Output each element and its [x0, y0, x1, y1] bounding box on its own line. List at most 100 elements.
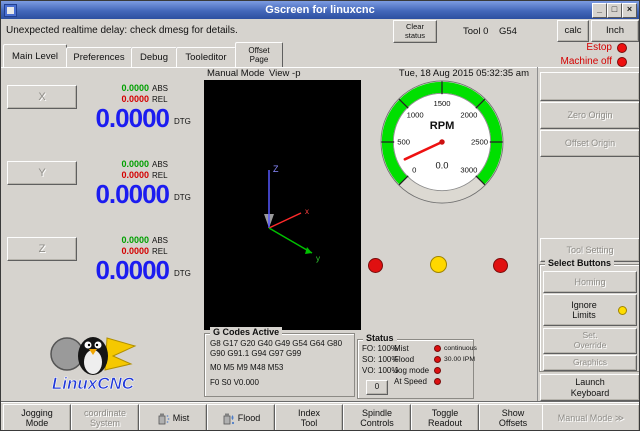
select-buttons-title: Select Buttons: [545, 258, 614, 268]
spindle-forward-led: [493, 258, 508, 273]
titlebar[interactable]: Gscreen for linuxcnc _ □ ×: [1, 1, 639, 19]
minimize-button[interactable]: _: [592, 3, 607, 18]
velocity-override-label: VO: 100%: [362, 366, 398, 375]
jog-mode-led: [434, 367, 441, 374]
gauge-tick-1500: 1500: [433, 99, 450, 108]
clear-status-button[interactable]: Clear status: [393, 20, 437, 43]
status-row: Unexpected realtime delay: check dmesg f…: [1, 19, 639, 43]
flood-led: [434, 356, 441, 363]
axis-z-abs-value: 0.0000: [89, 235, 149, 245]
viewer-view-label: View -p: [269, 68, 301, 79]
window-icon: [4, 4, 17, 17]
spindle-stop-led: [430, 256, 447, 273]
mist-status-label: Mist: [394, 344, 409, 353]
axis-x-abs-value: 0.0000: [89, 83, 149, 93]
gauge-tick-2000: 2000: [460, 110, 477, 119]
machine-axes-origin: Z x y: [204, 80, 361, 330]
axis-z-dtg-value: 0.0000: [41, 255, 169, 286]
spindle-override-label: SO: 100%: [362, 355, 398, 364]
axis-y-abs-label: ABS: [152, 160, 168, 169]
axis-x-dtg-value: 0.0000: [41, 103, 169, 134]
maximize-button[interactable]: □: [607, 3, 622, 18]
axis-z-abs-label: ABS: [152, 236, 168, 245]
axis-y-abs-value: 0.0000: [89, 159, 149, 169]
homing-button[interactable]: Homing: [543, 271, 637, 293]
jog-rate-value: 30.00 IPM: [444, 356, 475, 363]
jog-increment-button[interactable]: 0: [366, 380, 388, 395]
coord-system-label: G54: [499, 26, 517, 37]
index-tool-button[interactable]: Index Tool: [275, 404, 343, 431]
status-title: Status: [363, 333, 397, 343]
zero-origin-button[interactable]: Zero Origin: [540, 102, 640, 129]
tab-main-level[interactable]: Main Level: [3, 44, 67, 67]
page-top-separator: [1, 67, 639, 68]
spindle-controls-button[interactable]: Spindle Controls: [343, 404, 411, 431]
launch-keyboard-button[interactable]: Launch Keyboard: [540, 374, 640, 401]
tab-offset-page[interactable]: Offset Page: [235, 42, 283, 67]
tab-preferences[interactable]: Preferences: [66, 47, 132, 67]
axis-z-dtg-label: DTG: [174, 269, 191, 278]
axis-y-dtg-label: DTG: [174, 193, 191, 202]
gauge-tick-3000: 3000: [460, 165, 477, 174]
estop-led: [617, 43, 627, 53]
mode-switch-button[interactable]: Manual Mode ≫: [542, 404, 640, 431]
gcodes-frame: G Codes Active G8 G17 G20 G40 G49 G54 G6…: [204, 333, 355, 397]
gauge-tick-500: 500: [397, 138, 410, 147]
flood-status-label: Flood: [394, 355, 414, 364]
ignore-limits-button[interactable]: Ignore Limits: [543, 294, 637, 326]
close-button[interactable]: ×: [622, 3, 637, 18]
mist-button[interactable]: Mist: [139, 404, 207, 431]
flood-button[interactable]: Flood: [207, 404, 275, 431]
feed-override-label: FO: 100%: [362, 344, 398, 353]
gauge-tick-1000: 1000: [407, 110, 424, 119]
viewer-mode-label: Manual Mode: [207, 68, 265, 79]
toggle-readout-button[interactable]: Toggle Readout: [411, 404, 479, 431]
set-override-button[interactable]: Set. Override: [543, 328, 637, 354]
flood-coolant-icon: [222, 411, 235, 426]
linuxcnc-logo: LinuxCNC: [37, 330, 149, 394]
fsv-line: F0 S0 V0.000: [210, 378, 259, 387]
units-button[interactable]: Inch: [591, 20, 639, 42]
mist-led: [434, 345, 441, 352]
gscreen-window: Gscreen for linuxcnc _ □ × Unexpected re…: [0, 0, 640, 431]
axis-y-dtg-value: 0.0000: [41, 179, 169, 210]
jog-mode-value: continuous: [444, 345, 477, 352]
coordinate-system-button[interactable]: coordinate System: [71, 404, 139, 431]
graphics-button[interactable]: Graphics: [543, 355, 637, 371]
machine-off-led: [617, 57, 627, 67]
gcodes-line-2: G90 G91.1 G94 G97 G99: [210, 349, 301, 358]
logo-flash-icon: [105, 338, 135, 370]
gcodes-line-1: G8 G17 G20 G40 G49 G54 G64 G80: [210, 339, 342, 348]
window-title: Gscreen for linuxcnc: [265, 4, 374, 16]
gauge-tick-0: 0: [412, 165, 416, 174]
spindle-reverse-led: [368, 258, 383, 273]
z-axis-label: Z: [273, 164, 279, 174]
blank-button[interactable]: [540, 72, 640, 101]
y-axis-label: y: [316, 254, 320, 263]
x-axis-label: x: [305, 207, 309, 216]
toolbar-separator-light: [1, 402, 639, 403]
mcodes-line: M0 M5 M9 M48 M53: [210, 363, 283, 372]
status-message: Unexpected realtime delay: check dmesg f…: [6, 25, 238, 36]
status-frame: Status FO: 100% SO: 100% VO: 100% 0 Mist…: [357, 339, 474, 399]
tool-number-label: Tool 0: [463, 26, 488, 37]
gremlin-3d-view[interactable]: Z x y: [204, 80, 361, 330]
calc-button[interactable]: calc: [557, 20, 589, 42]
at-speed-led: [434, 378, 441, 385]
estop-status-label: Estop: [501, 42, 612, 53]
gauge-tick-2500: 2500: [471, 138, 488, 147]
tab-debug[interactable]: Debug: [131, 47, 177, 67]
right-panel-separator: [537, 67, 538, 403]
gauge-value: 0.0: [435, 160, 448, 170]
tab-tooleditor[interactable]: Tooleditor: [176, 47, 236, 67]
offset-origin-button[interactable]: Offset Origin: [540, 130, 640, 157]
show-offsets-button[interactable]: Show Offsets: [479, 404, 547, 431]
gcodes-title: G Codes Active: [210, 327, 282, 337]
ignore-limits-led: [618, 306, 627, 315]
axis-x-dtg-label: DTG: [174, 117, 191, 126]
machine-status-label: Machine off: [501, 56, 612, 67]
logo-text: LinuxCNC: [52, 374, 135, 393]
mist-spray-icon: [157, 411, 170, 426]
axis-x-abs-label: ABS: [152, 84, 168, 93]
jogging-mode-button[interactable]: Jogging Mode: [3, 404, 71, 431]
